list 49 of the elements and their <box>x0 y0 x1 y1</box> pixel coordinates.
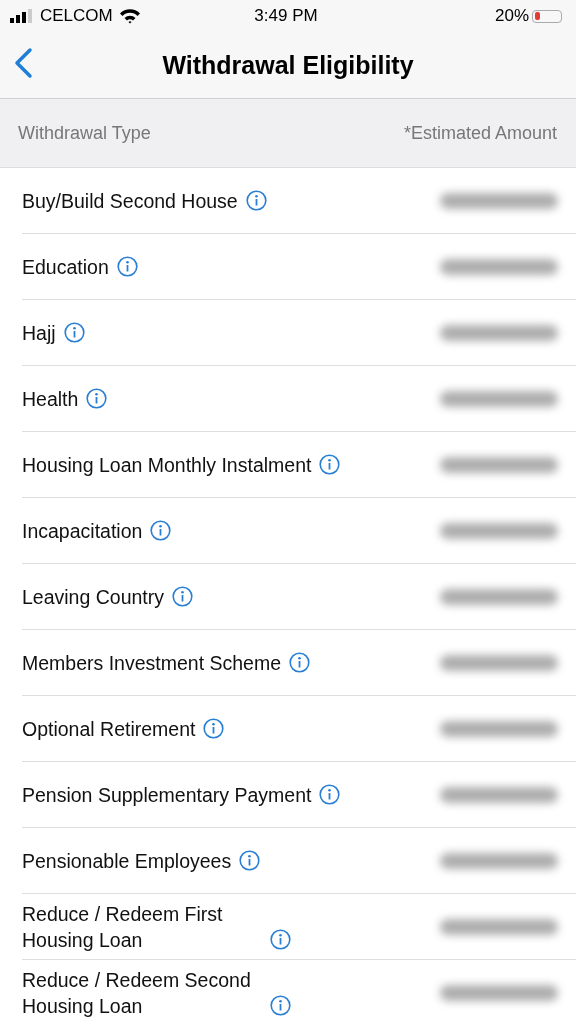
list-row[interactable]: Members Investment Scheme <box>22 630 576 696</box>
list-row[interactable]: Optional Retirement <box>22 696 576 762</box>
info-icon[interactable] <box>289 652 310 673</box>
wifi-icon <box>118 8 141 24</box>
withdrawal-type: Optional Retirement <box>22 716 196 742</box>
column-header: *Estimated Amount <box>403 122 557 144</box>
info-icon[interactable] <box>86 388 108 409</box>
list-row[interactable]: Leaving Country <box>22 564 576 630</box>
battery-icon <box>532 9 562 23</box>
withdrawal-type: Reduce / Redeem Second Housing Loan <box>22 967 252 1019</box>
list-row[interactable]: Education <box>22 234 576 300</box>
withdrawal-type: Pensionable Employees <box>22 848 232 874</box>
back-icon[interactable] <box>12 47 34 79</box>
info-icon[interactable] <box>116 256 138 277</box>
withdrawal-type: Pension Supplementary Payment <box>22 782 312 808</box>
info-icon[interactable] <box>203 718 225 739</box>
info-icon[interactable] <box>319 454 341 475</box>
info-icon[interactable] <box>270 928 291 950</box>
clock-time: 3:49 PM <box>254 6 318 25</box>
withdrawal-type: Buy/Build Second House <box>22 188 238 214</box>
list-row[interactable]: Pension Supplementary Payment <box>22 762 576 828</box>
withdrawal-type: Leaving Country <box>22 584 164 610</box>
list-row[interactable]: Reduce / Redeem First Housing Loan <box>22 894 576 960</box>
withdrawal-type: Housing Loan Monthly Instalment <box>22 452 312 478</box>
list-row[interactable]: Buy/Build Second House <box>22 168 576 234</box>
info-icon[interactable] <box>319 784 341 805</box>
info-icon[interactable] <box>63 322 85 343</box>
info-icon[interactable] <box>245 190 267 211</box>
withdrawal-type: Education <box>22 254 109 280</box>
screen-title: Withdrawal Eligibility <box>162 50 414 80</box>
battery-percent: 20% <box>494 6 529 26</box>
list-row[interactable]: Incapacitation <box>22 498 576 564</box>
withdrawal-type: Reduce / Redeem First Housing Loan <box>22 901 224 953</box>
list-row[interactable]: Hajj <box>22 300 576 366</box>
list-row[interactable]: Health <box>22 366 576 432</box>
carrier-name: CELCOM <box>40 6 113 26</box>
list-row[interactable]: Reduce / Redeem Second Housing Loan <box>22 960 576 1024</box>
info-icon[interactable] <box>270 994 291 1016</box>
withdrawal-type: Hajj <box>22 320 56 346</box>
withdrawal-type: Members Investment Scheme <box>22 650 281 676</box>
info-icon[interactable] <box>150 520 172 541</box>
withdrawal-type: Incapacitation <box>22 518 143 544</box>
list-row[interactable]: Pensionable Employees <box>22 828 576 894</box>
list-row[interactable]: Housing Loan Monthly Instalment <box>22 432 576 498</box>
info-icon[interactable] <box>239 850 261 871</box>
column-header: Withdrawal Type <box>18 122 151 144</box>
info-icon[interactable] <box>172 586 193 607</box>
withdrawal-type: Health <box>22 386 79 412</box>
signal-icon <box>10 9 34 23</box>
